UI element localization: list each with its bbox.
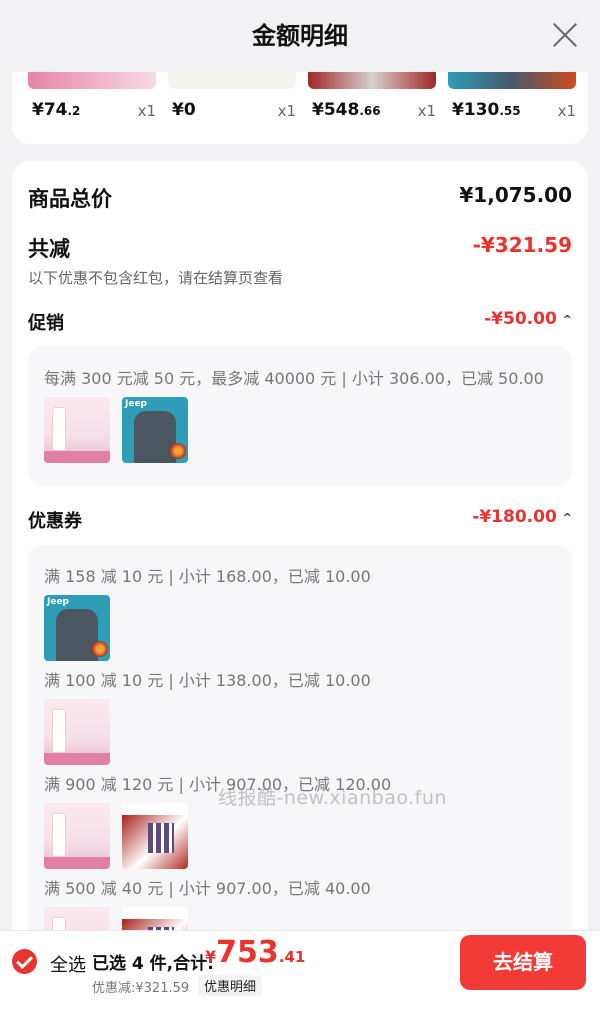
amount-detail-sheet: 金额明细 ¥74.2 x1 ¥0 x1 ¥548.66 x1 ¥130.55 x…: [0, 0, 600, 930]
discount-amount: 优惠减:¥321.59: [92, 981, 190, 996]
total-price-value: ¥1,075.00: [459, 183, 572, 207]
product-thumb[interactable]: [44, 907, 110, 930]
sheet-header: 金额明细: [0, 0, 600, 72]
checkout-button[interactable]: 去结算: [460, 935, 586, 990]
promo-box: 每满 300 元减 50 元，最多减 40000 元 | 小计 306.00，已…: [28, 347, 572, 485]
coupon-box: 满 158 减 10 元 | 小计 168.00，已减 10.00 Jeep 满…: [28, 545, 572, 930]
chevron-up-icon[interactable]: ^: [563, 511, 572, 524]
product-thumb[interactable]: [44, 803, 110, 869]
product-thumb[interactable]: [44, 397, 110, 463]
total-reduce-label: 共减: [28, 237, 70, 261]
thumb-brand: Jeep: [47, 597, 69, 607]
select-all-checkbox[interactable]: [12, 949, 37, 974]
coupon-label: 优惠券: [28, 511, 82, 532]
chevron-up-icon[interactable]: ^: [563, 313, 572, 326]
product-item[interactable]: ¥74.2 x1: [28, 72, 156, 144]
discount-detail-button[interactable]: 优惠明细: [198, 975, 263, 996]
thumb-brand: Jeep: [125, 399, 147, 409]
coupon-value: -¥180.00: [472, 507, 557, 527]
product-price: ¥0: [172, 100, 196, 120]
promo-rule: 每满 300 元减 50 元，最多减 40000 元 | 小计 306.00，已…: [44, 369, 544, 388]
price-detail-card: 商品总价 ¥1,075.00 共减 -¥321.59 以下优惠不包含红包，请在结…: [12, 161, 588, 930]
discount-note: 以下优惠不包含红包，请在结算页查看: [28, 269, 284, 287]
selected-count: 已选 4 件,合计:: [92, 954, 214, 974]
product-strip: ¥74.2 x1 ¥0 x1 ¥548.66 x1 ¥130.55 x1: [12, 72, 588, 144]
total-price-label: 商品总价: [28, 187, 112, 211]
promo-value: -¥50.00: [484, 309, 557, 329]
watermark: 线报酷-new.xianbao.fun: [218, 787, 447, 809]
product-thumb: [308, 72, 436, 89]
coupon-row[interactable]: 优惠券 -¥180.00 ^: [28, 507, 572, 533]
total-price-row: 商品总价 ¥1,075.00: [28, 183, 572, 213]
product-thumb[interactable]: [122, 907, 188, 930]
product-thumb: [168, 72, 296, 89]
product-thumb[interactable]: Jeep: [122, 397, 188, 463]
product-thumb[interactable]: [44, 699, 110, 765]
product-thumb: [448, 72, 576, 89]
coupon-rule: 满 500 减 40 元 | 小计 907.00，已减 40.00: [44, 879, 371, 898]
product-qty: x1: [417, 102, 436, 120]
product-thumb: [28, 72, 156, 89]
product-qty: x1: [277, 102, 296, 120]
select-all-label[interactable]: 全选: [50, 951, 86, 977]
promo-label: 促销: [28, 313, 64, 334]
total-amount: ¥753.41: [205, 935, 306, 970]
total-reduce-row: 共减 -¥321.59: [28, 233, 572, 263]
product-qty: x1: [137, 102, 156, 120]
sheet-title: 金额明细: [252, 22, 348, 50]
product-price: ¥74: [32, 100, 68, 120]
product-thumb[interactable]: Jeep: [44, 595, 110, 661]
product-item[interactable]: ¥0 x1: [168, 72, 296, 144]
promo-row[interactable]: 促销 -¥50.00 ^: [28, 309, 572, 335]
product-price: ¥130: [452, 100, 500, 120]
total-reduce-value: -¥321.59: [472, 233, 572, 257]
checkout-bar: 全选 已选 4 件,合计: ¥753.41 优惠减:¥321.59 优惠明细 去…: [0, 930, 600, 1011]
product-item[interactable]: ¥130.55 x1: [448, 72, 576, 144]
product-qty: x1: [557, 102, 576, 120]
product-price: ¥548: [312, 100, 360, 120]
product-item[interactable]: ¥548.66 x1: [308, 72, 436, 144]
close-icon[interactable]: [552, 22, 578, 48]
coupon-rule: 满 100 减 10 元 | 小计 138.00，已减 10.00: [44, 671, 371, 690]
coupon-rule: 满 158 减 10 元 | 小计 168.00，已减 10.00: [44, 567, 371, 586]
product-thumb[interactable]: [122, 803, 188, 869]
